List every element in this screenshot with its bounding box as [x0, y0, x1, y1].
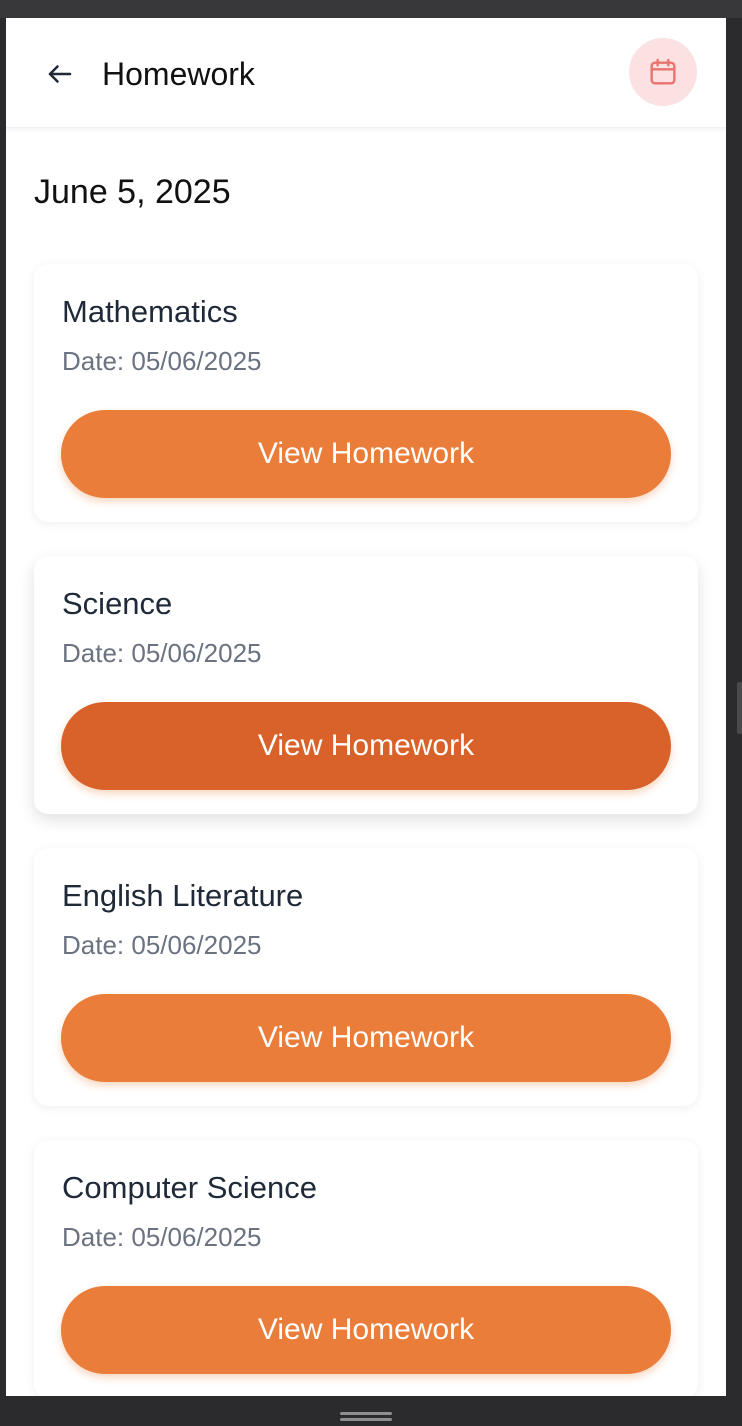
card-subject: English Literature [62, 878, 304, 913]
view-homework-button[interactable]: View Homework [61, 994, 671, 1082]
homework-card: Computer Science Date: 05/06/2025 View H… [34, 1140, 698, 1396]
homework-card: English Literature Date: 05/06/2025 View… [34, 848, 698, 1106]
card-date: Date: 05/06/2025 [62, 1222, 262, 1252]
view-homework-button[interactable]: View Homework [61, 702, 671, 790]
app-header: Homework [6, 18, 726, 128]
card-date: Date: 05/06/2025 [62, 638, 262, 668]
card-subject: Computer Science [62, 1170, 318, 1205]
card-date: Date: 05/06/2025 [62, 346, 262, 376]
page-title: Homework [102, 56, 255, 92]
homework-card: Mathematics Date: 05/06/2025 View Homewo… [34, 264, 698, 522]
card-date: Date: 05/06/2025 [62, 930, 262, 960]
drag-grip-icon[interactable] [340, 1412, 392, 1422]
date-heading: June 5, 2025 [34, 173, 231, 211]
view-homework-button[interactable]: View Homework [61, 1286, 671, 1374]
card-subject: Mathematics [62, 294, 238, 329]
bottom-bar [0, 1396, 742, 1426]
calendar-icon [650, 58, 676, 85]
back-button[interactable] [42, 56, 78, 92]
homework-card: Science Date: 05/06/2025 View Homework [34, 556, 698, 814]
resize-handle[interactable] [737, 682, 742, 734]
window-top-bar [0, 0, 742, 18]
calendar-button[interactable] [629, 38, 697, 106]
arrow-left-icon [48, 65, 72, 83]
card-subject: Science [62, 586, 173, 621]
view-homework-button[interactable]: View Homework [61, 410, 671, 498]
app-screen: Homework June 5, 2025 Mathematics Date: … [6, 18, 726, 1396]
